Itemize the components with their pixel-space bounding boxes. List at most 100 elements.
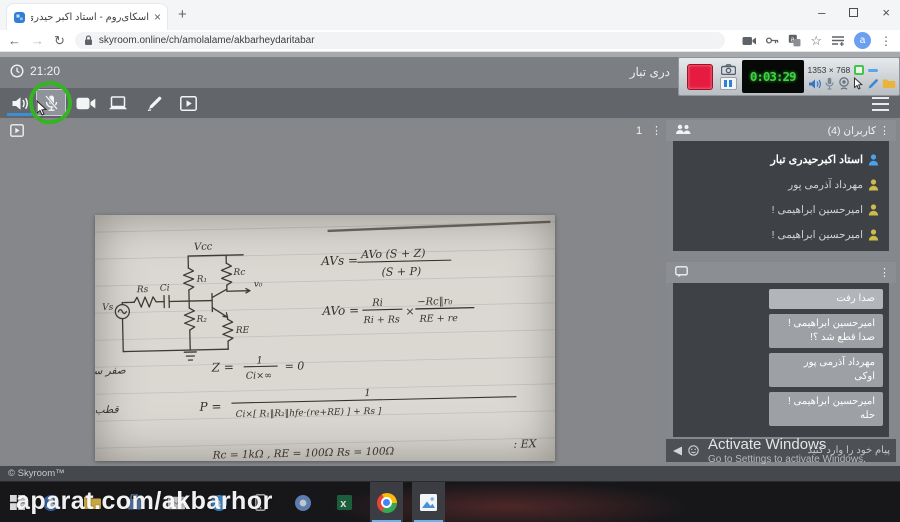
svg-text:Rs: Rs — [136, 285, 149, 295]
chat-messages: صدا رفت امیرحسین ابراهیمی ! صدا قطع شد ؟… — [673, 283, 889, 437]
browser-profile-avatar[interactable]: a — [854, 32, 871, 49]
recorder-cursor-icon[interactable] — [853, 77, 863, 90]
chat-message: امیرحسین ابراهیمی ! حله — [769, 392, 883, 426]
skyroom-footer: © Skyroom™ — [0, 466, 900, 481]
aparat-watermark: aparat.com/akbarhor — [16, 487, 273, 515]
capture-region-icon[interactable] — [854, 65, 865, 75]
chat-message: صدا رفت — [769, 289, 883, 309]
window-close-button[interactable]: × — [882, 5, 890, 20]
screenshare-button[interactable] — [106, 92, 130, 114]
user-icon — [868, 178, 879, 190]
svg-text:AVo (S + Z): AVo (S + Z) — [360, 247, 426, 261]
chat-input-row — [666, 439, 896, 462]
webcam-button[interactable] — [74, 92, 98, 114]
capture-resolution: 1353 × 768 — [807, 65, 851, 75]
svg-text:Ci×∞: Ci×∞ — [246, 370, 272, 382]
photos-icon — [420, 494, 437, 511]
user-icon — [868, 203, 879, 215]
skyroom-favicon — [14, 11, 25, 23]
video-camera-icon — [76, 97, 96, 109]
taskbar-app-your-phone[interactable] — [286, 482, 319, 522]
send-icon[interactable] — [672, 445, 683, 457]
skyroom-copyright: © Skyroom™ — [8, 468, 65, 479]
users-list: استاد اکبرحیدری تبار مهرداد آذرمی پور ام… — [673, 141, 889, 251]
taskbar-app-photos[interactable] — [412, 482, 445, 522]
pen-icon — [147, 96, 161, 111]
new-tab-button[interactable]: + — [178, 6, 187, 23]
elapsed-time: 21:20 — [30, 64, 61, 78]
taskbar-app-excel[interactable]: x — [328, 482, 361, 522]
user-icon — [868, 228, 879, 240]
svg-text:AVs =: AVs = — [320, 253, 358, 268]
stage-menu-icon[interactable]: ⋮ — [651, 124, 662, 137]
svg-text:R₁: R₁ — [196, 275, 208, 285]
emoji-icon[interactable] — [688, 445, 699, 456]
browser-menu-icon[interactable]: ⋮ — [880, 34, 892, 48]
svg-text:Ri + Rs: Ri + Rs — [362, 314, 400, 326]
window-maximize-button[interactable] — [849, 8, 859, 17]
recorder-webcam-icon[interactable] — [838, 77, 850, 90]
user-row[interactable]: مهرداد آذرمی پور — [673, 172, 883, 197]
toolbar-menu-icon[interactable] — [872, 97, 889, 114]
screenshot-camera-icon[interactable] — [720, 63, 736, 75]
user-icon — [868, 153, 879, 165]
reload-icon[interactable]: ↻ — [54, 34, 65, 47]
users-panel-menu-icon[interactable]: ⋮ — [879, 124, 890, 137]
recorder-minimize-icon[interactable] — [868, 68, 879, 72]
svg-text:قطب سیستم: قطب سیستم — [95, 404, 120, 417]
user-row[interactable]: استاد اکبرحیدری تبار — [673, 147, 883, 172]
chrome-icon — [376, 492, 397, 513]
svg-text:Ri: Ri — [371, 298, 383, 309]
svg-text:Ci: Ci — [160, 284, 170, 294]
svg-text:RE: RE — [235, 326, 250, 336]
svg-text:Vcc: Vcc — [194, 242, 213, 253]
recorder-mic-icon[interactable] — [825, 77, 834, 90]
camera-in-use-icon[interactable] — [742, 36, 757, 46]
svg-text:= 0: = 0 — [284, 359, 304, 372]
back-icon[interactable]: ← — [8, 34, 21, 47]
window-minimize-button[interactable]: – — [818, 5, 825, 20]
chat-panel: ⋮ صدا رفت امیرحسین ابراهیمی ! صدا قطع شد… — [666, 262, 896, 463]
bookmark-star-icon[interactable]: ☆ — [810, 34, 822, 47]
screen-recorder-panel: 0:03:29 1353 × 768 — [678, 57, 900, 96]
screen: اسکای‌روم - استاد اکبر حیدری تبار × + – … — [0, 0, 900, 522]
recorder-pen-icon[interactable] — [867, 78, 879, 90]
svg-text:v₀: v₀ — [254, 279, 263, 289]
url-field[interactable]: skyroom.online/ch/amolalame/akbarheydari… — [74, 32, 725, 49]
translate-icon[interactable]: a — [788, 34, 801, 47]
svg-text:Rc: Rc — [232, 268, 245, 278]
reading-list-icon[interactable] — [831, 35, 845, 46]
tab-title: اسکای‌روم - استاد اکبر حیدری تبار — [31, 11, 149, 23]
whiteboard-photo: Vcc R₁ Rc v₀ Rs Ci Vs R₂ RE AVs = AVo (S… — [60, 215, 568, 462]
annotate-button[interactable] — [142, 92, 166, 114]
tab-close-icon[interactable]: × — [154, 10, 161, 24]
taskbar-app-chrome[interactable] — [370, 482, 403, 522]
user-row[interactable]: امیرحسین ابراهیمی ! — [673, 222, 883, 247]
recorder-timer: 0:03:29 — [741, 60, 804, 93]
pause-button[interactable] — [719, 76, 737, 90]
svg-text:RE + re: RE + re — [418, 313, 458, 325]
svg-text:1: 1 — [256, 355, 263, 366]
chat-message-input[interactable] — [704, 445, 890, 456]
record-stop-button[interactable] — [687, 63, 713, 90]
svg-text:R₂: R₂ — [195, 315, 207, 325]
speaker-active-indicator — [7, 113, 33, 116]
users-panel-title: کاربران (4) — [827, 124, 876, 137]
mouse-cursor-icon — [36, 100, 48, 116]
chat-message: امیرحسین ابراهیمی ! صدا قطع شد ؟! — [769, 314, 883, 348]
stage-play-box-icon[interactable] — [10, 124, 24, 137]
key-icon[interactable] — [766, 36, 779, 45]
users-icon — [676, 124, 691, 134]
user-row[interactable]: امیرحسین ابراهیمی ! — [673, 197, 883, 222]
url-text: skyroom.online/ch/amolalame/akbarheydari… — [98, 35, 315, 46]
media-player-button[interactable] — [176, 92, 200, 114]
clock-icon — [10, 64, 24, 78]
recorder-folder-icon[interactable] — [882, 78, 896, 89]
browser-tab[interactable]: اسکای‌روم - استاد اکبر حیدری تبار × — [6, 3, 168, 30]
room-title: دری تبار — [629, 65, 670, 79]
laptop-icon — [109, 95, 127, 109]
svg-text:: EX: : EX — [513, 437, 538, 451]
svg-text:−Rc‖r₀: −Rc‖r₀ — [417, 296, 453, 308]
recorder-speaker-icon[interactable] — [808, 78, 822, 90]
chat-panel-menu-icon[interactable]: ⋮ — [879, 266, 890, 279]
